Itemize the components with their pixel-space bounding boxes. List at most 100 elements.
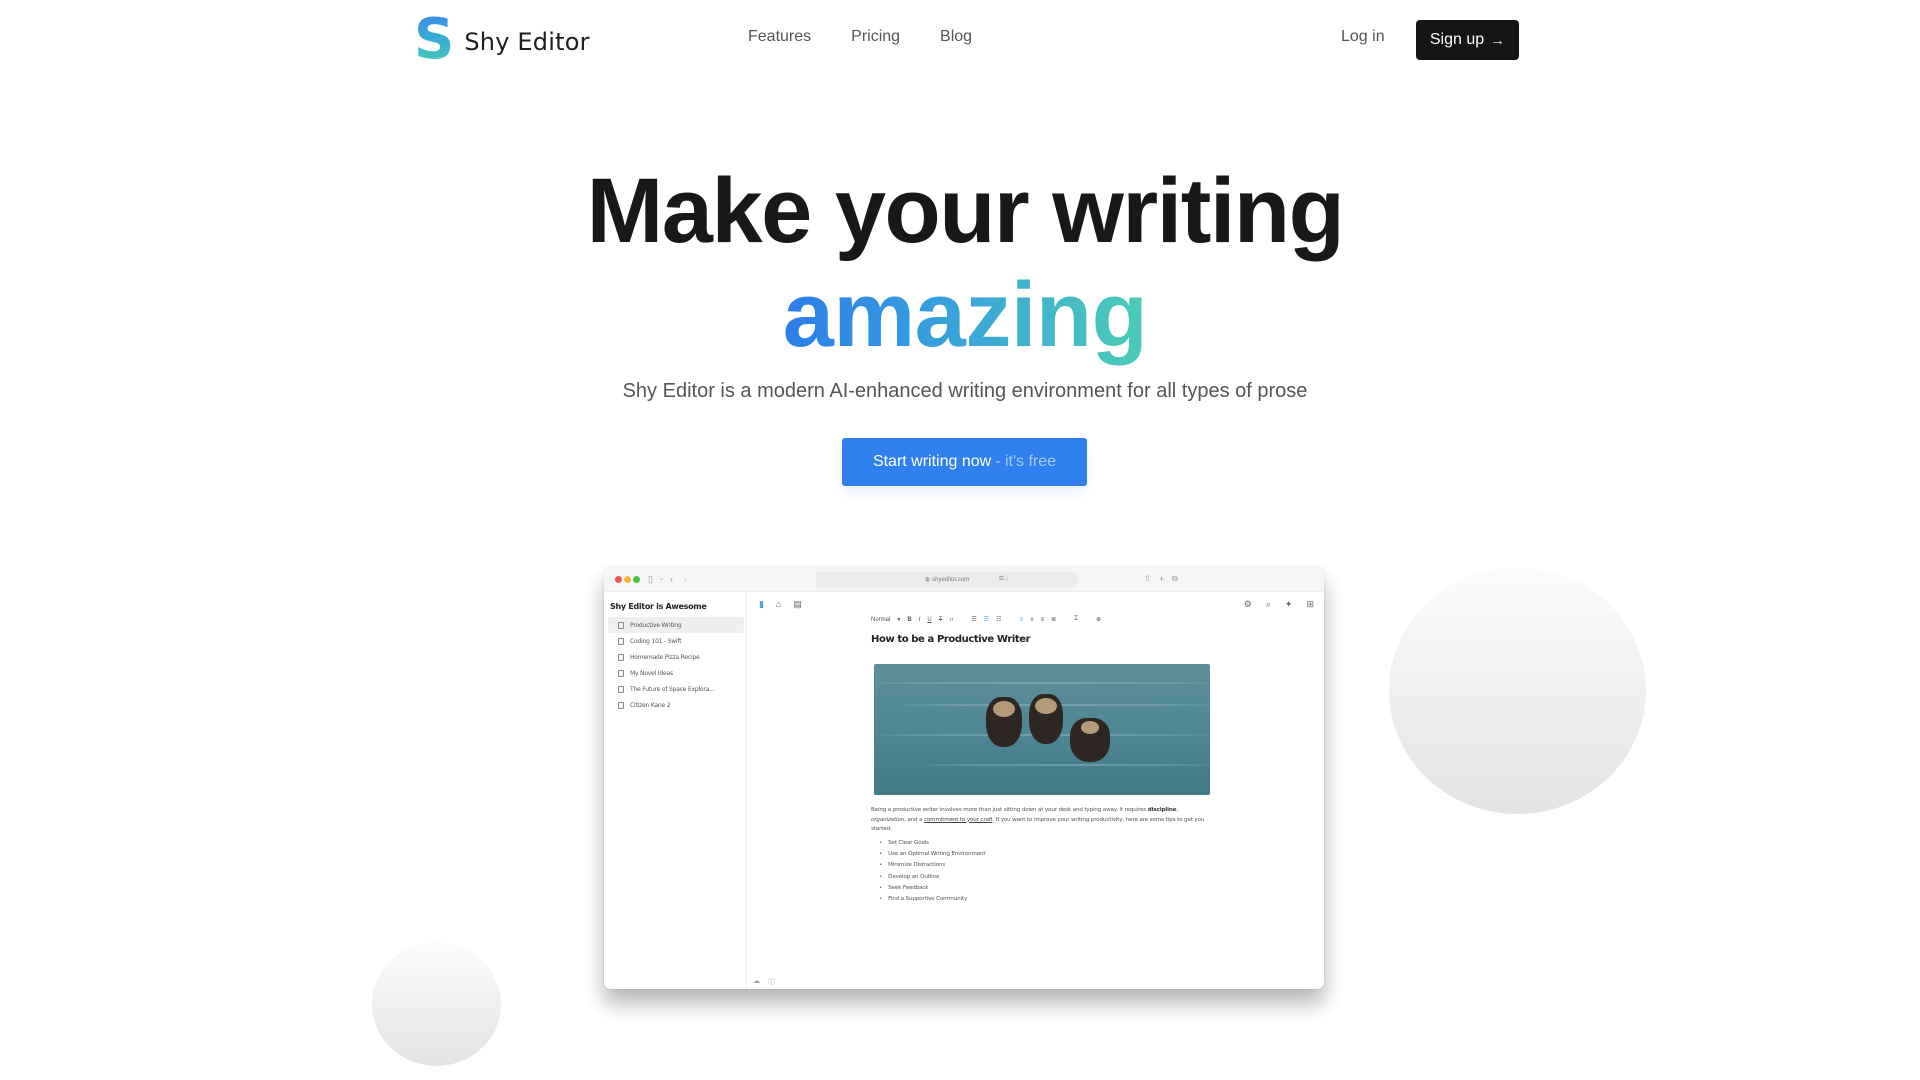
editor-footer: ☁ ⓘ (753, 977, 775, 987)
editor-main: ▮ ⌂ ▤ ⚙ ⌕ ✦ ⊞ Normal ▾ B I U T ‹› ☰ ☰ ☷ … (747, 592, 1324, 989)
apps-grid-icon: ⊞ (1306, 599, 1314, 609)
info-icon: ⓘ (768, 979, 775, 986)
list-item: Minimize Distractions (879, 860, 985, 871)
tabs-overview-icon: ⧉ (1172, 574, 1178, 583)
doc-label: My Novel Ideas (630, 669, 673, 677)
document-icon (618, 685, 624, 693)
hero-subtitle: Shy Editor is a modern AI-enhanced writi… (622, 380, 1308, 402)
login-link[interactable]: Log in (1341, 28, 1385, 46)
tips-list: Set Clear Goals Use an Optimal Writing E… (879, 837, 985, 905)
cloud-sync-icon: ☁ (753, 978, 760, 985)
site-icon: ◍ (924, 577, 931, 583)
checklist-icon: ☷ (996, 617, 1002, 623)
settings-icon: ⚙ (1243, 599, 1252, 609)
doc-label: Coding 101 - Swift (630, 637, 682, 645)
strikethrough-icon: T (938, 616, 943, 623)
list-item: Set Clear Goals (879, 837, 985, 848)
otter (1029, 694, 1063, 744)
doc-label: Productive Writing (630, 621, 682, 629)
hero-accent-word: amazing (783, 264, 1148, 378)
otter (986, 697, 1022, 747)
sidebar-doc-item: Productive Writing (608, 617, 744, 633)
translate-icon: ⧉↻ (999, 576, 1009, 582)
sidebar-doc-item: Citizen Kane 2 (608, 697, 744, 713)
search-icon: ⌕ (1265, 599, 1271, 609)
bullet-list-icon: ☰ (983, 617, 990, 623)
sidebar-doc-item: My Novel Ideas (608, 665, 744, 681)
maximize-dot-icon (633, 576, 640, 583)
ordered-list-icon: ☰ (971, 617, 977, 623)
italic-icon: I (918, 616, 921, 623)
browser-titlebar: ▯ ⌄ ‹ › ◍ shyeditor.com ⧉↻ ⇧ + ⧉ (604, 567, 1324, 592)
align-right-icon: ≡ (1040, 616, 1045, 623)
code-icon: ‹› (949, 616, 954, 623)
list-item: Use an Optimal Writing Environment (879, 848, 985, 859)
editor-left-icons: ▮ ⌂ ▤ (759, 599, 802, 610)
cta-label: Start writing now (872, 453, 992, 470)
address-bar: ◍ shyeditor.com (816, 572, 1078, 587)
doc-label: The Future of Space Explora... (630, 685, 715, 693)
close-dot-icon (615, 576, 622, 583)
new-tab-icon: + (1159, 574, 1165, 584)
otters-image (874, 664, 1210, 795)
nav-blog[interactable]: Blog (940, 28, 972, 46)
sidebar-toggle-icon: ▯ (648, 574, 653, 584)
start-writing-button[interactable]: Start writing now - it's free (842, 438, 1087, 486)
signup-label: Sign up (1429, 31, 1485, 48)
otter (1070, 718, 1110, 762)
document-paragraph: Being a productive writer involves more … (871, 807, 1205, 832)
doc-label: Homemade Pizza Recipe (630, 653, 700, 661)
document-icon (618, 637, 624, 645)
app-preview-window: ▯ ⌄ ‹ › ◍ shyeditor.com ⧉↻ ⇧ + ⧉ Shy Edi… (604, 567, 1324, 989)
main-nav: Features Pricing Blog (748, 28, 1012, 46)
doc-label: Citizen Kane 2 (630, 701, 671, 709)
hero-accent-wrapper: amazing (0, 264, 1920, 366)
chevron-down-icon: ⌄ (659, 576, 665, 582)
decorative-circle-small (372, 942, 501, 1066)
list-item: Develop an Outline (879, 871, 985, 882)
align-justify-icon: ≣ (1051, 617, 1057, 623)
cta-free-label: - it's free (995, 453, 1057, 470)
list-item: Find a Supportive Community (879, 893, 985, 904)
clear-format-icon: Ꮖ (1074, 616, 1079, 622)
arrow-right-icon: → (1490, 31, 1506, 49)
logo-s-icon: S (414, 7, 455, 72)
minimize-dot-icon (624, 576, 631, 583)
otter-face (993, 701, 1015, 717)
nav-features[interactable]: Features (748, 28, 811, 46)
bold-text: discipline (1147, 807, 1177, 813)
sidebar-doc-item: Homemade Pizza Recipe (608, 649, 744, 665)
list-item: Seek Feedback (879, 882, 985, 893)
forward-icon: › (684, 574, 687, 584)
doc-sidebar: Shy Editor is Awesome Productive Writing… (604, 592, 747, 989)
url-text: shyeditor.com (932, 576, 970, 583)
align-left-icon: ≡ (1019, 616, 1024, 623)
document-icon (618, 621, 624, 629)
underlined-text: commitment to your craft (923, 816, 993, 823)
document-title: How to be a Productive Writer (871, 634, 1031, 645)
workspace-title: Shy Editor is Awesome (610, 602, 707, 611)
new-document-icon: ▤ (793, 599, 802, 609)
align-center-icon: ≡ (1030, 616, 1034, 623)
back-icon: ‹ (670, 574, 673, 584)
panel-toggle-icon: ▮ (759, 599, 764, 609)
insert-icon: ⊕ (1096, 617, 1102, 623)
sidebar-doc-item: Coding 101 - Swift (608, 633, 744, 649)
editor-right-icons: ⚙ ⌕ ✦ ⊞ (1244, 599, 1314, 610)
document-icon (618, 669, 624, 677)
share-icon: ⇧ (1144, 574, 1151, 583)
wave-decor (874, 682, 1210, 684)
underline-icon: U (927, 616, 932, 623)
ai-sparkle-icon: ✦ (1284, 599, 1293, 609)
format-toolbar: Normal ▾ B I U T ‹› ☰ ☰ ☷ ≡ ≡ ≡ ≣ Ꮖ ⊕ (871, 616, 1101, 623)
wave-decor (924, 764, 1210, 766)
bold-icon: B (907, 616, 912, 623)
style-select: Normal (871, 616, 891, 623)
nav-pricing[interactable]: Pricing (851, 28, 900, 46)
italic-text: organization (871, 816, 905, 823)
signup-button[interactable]: Sign up → (1416, 20, 1519, 60)
document-icon (618, 653, 624, 661)
chevron-down-icon: ▾ (897, 617, 901, 623)
brand-logo[interactable]: S Shy Editor (414, 7, 590, 72)
otter-face (1035, 698, 1057, 714)
